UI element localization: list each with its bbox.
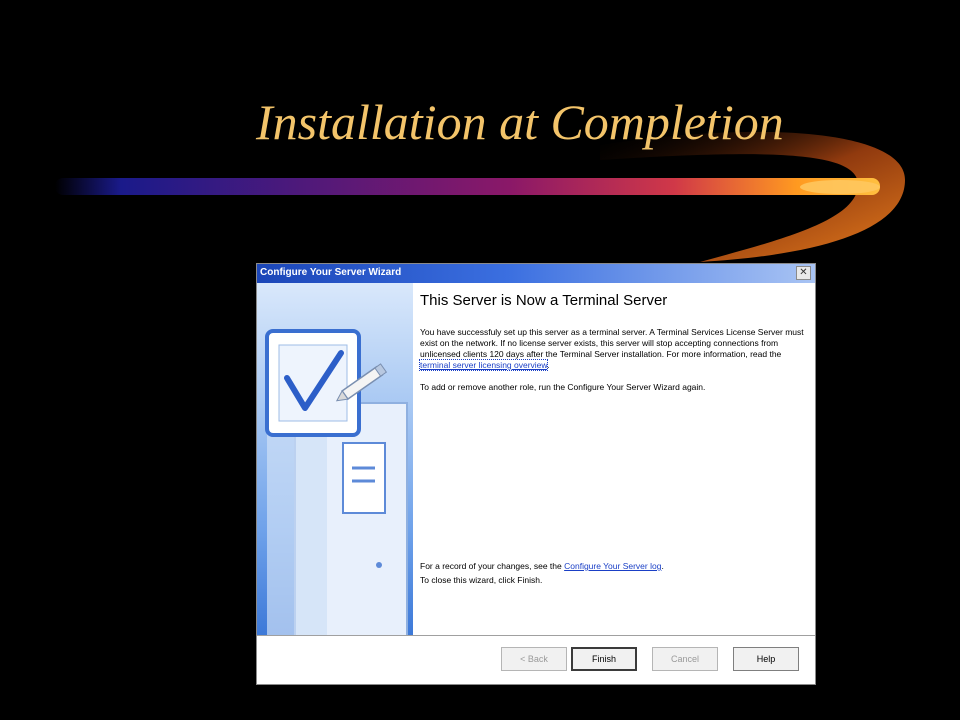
wizard-side-panel xyxy=(257,283,413,635)
close-button[interactable]: ✕ xyxy=(796,266,811,280)
log-line-end: . xyxy=(661,561,664,571)
wizard-footer-text: For a record of your changes, see the Co… xyxy=(420,559,805,587)
wizard-heading: This Server is Now a Terminal Server xyxy=(420,292,668,309)
server-log-link[interactable]: Configure Your Server log xyxy=(564,561,661,571)
log-line-text: For a record of your changes, see the xyxy=(420,561,565,571)
licensing-overview-link[interactable]: terminal server licensing overview xyxy=(418,359,549,371)
wizard-titlebar[interactable]: Configure Your Server Wizard ✕ xyxy=(257,264,815,283)
help-button[interactable]: Help xyxy=(733,647,799,671)
wizard-content: This Server is Now a Terminal Server You… xyxy=(418,292,805,404)
finish-button[interactable]: Finish xyxy=(571,647,637,671)
slide-title: Installation at Completion xyxy=(256,94,784,150)
wizard-title: Configure Your Server Wizard xyxy=(260,267,402,278)
cancel-button[interactable]: Cancel xyxy=(652,647,718,671)
back-button[interactable]: < Back xyxy=(501,647,567,671)
licensing-paragraph: You have successfuly set up this server … xyxy=(418,327,805,371)
checkbox-document-icon xyxy=(265,329,361,437)
server-tower-icon xyxy=(267,402,408,635)
log-line: For a record of your changes, see the Co… xyxy=(420,559,805,573)
licensing-text: You have successfuly set up this server … xyxy=(420,327,804,359)
add-remove-role-paragraph: To add or remove another role, run the C… xyxy=(420,382,706,392)
server-illustration xyxy=(265,329,408,635)
close-instruction: To close this wizard, click Finish. xyxy=(420,575,543,585)
configure-server-wizard-window: Configure Your Server Wizard ✕ This Serv… xyxy=(256,263,816,685)
close-icon: ✕ xyxy=(799,267,808,278)
licensing-text-end: . xyxy=(547,360,550,370)
button-divider xyxy=(257,635,815,636)
